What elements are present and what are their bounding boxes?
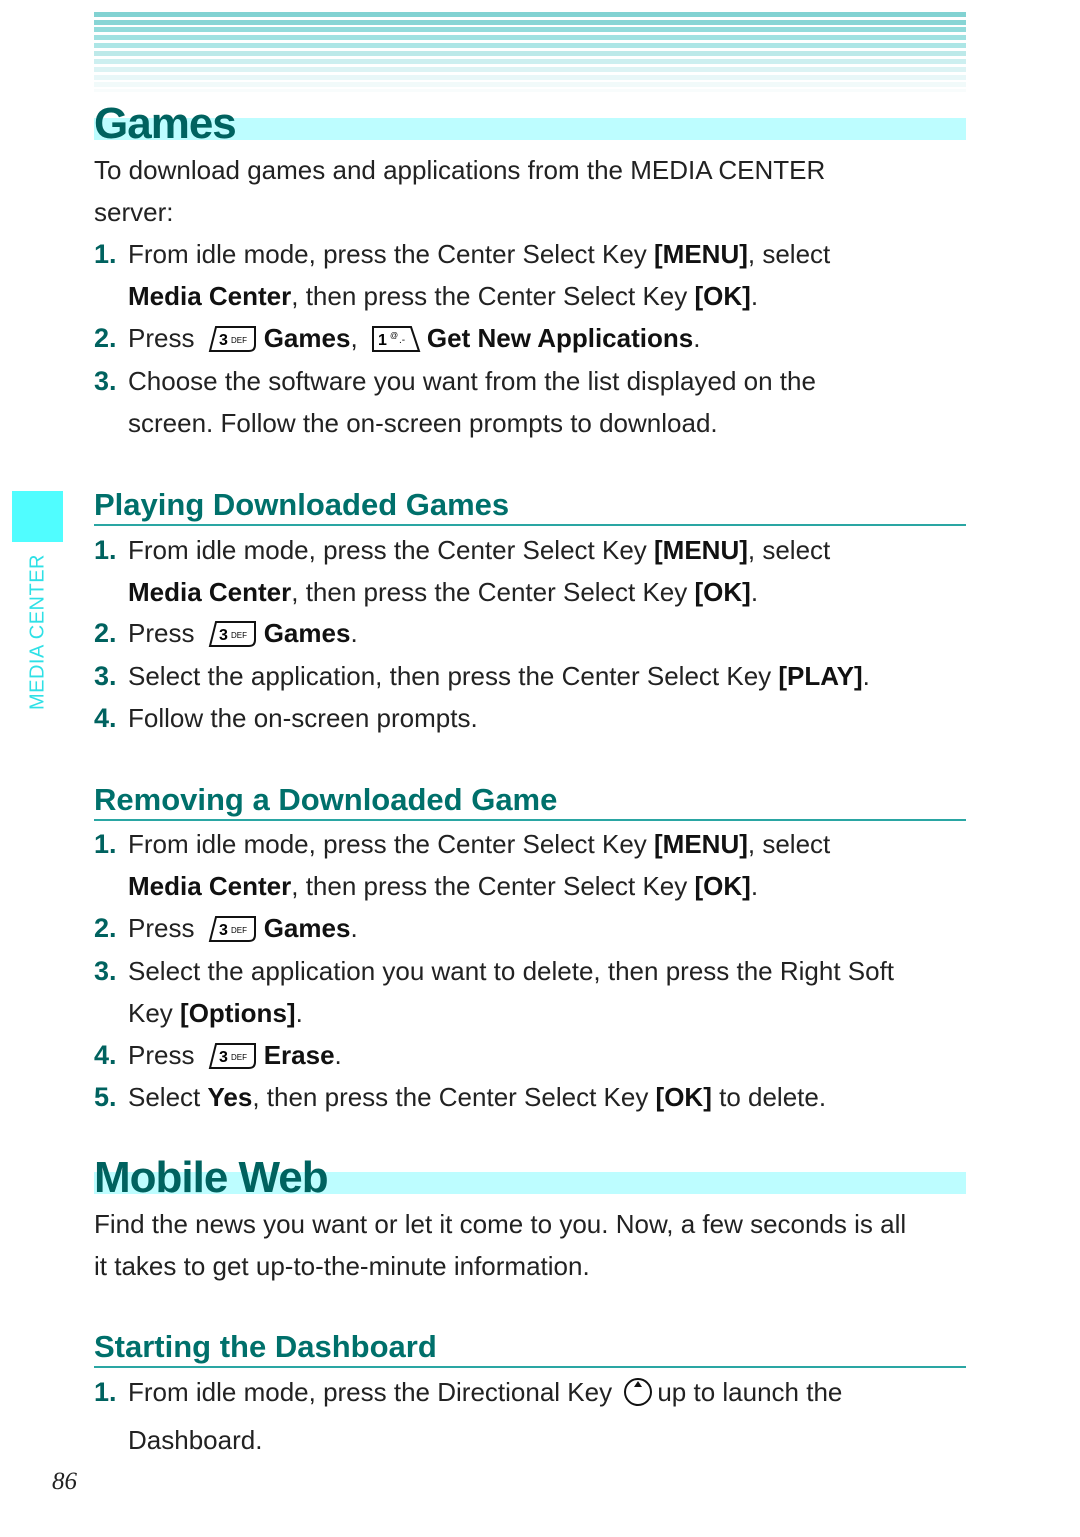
section-label: MEDIA CENTER xyxy=(26,553,49,711)
svg-text:DEF: DEF xyxy=(231,926,247,935)
removing-step-2: 2. Press 3 DEF Games. xyxy=(94,907,974,955)
svg-text:DEF: DEF xyxy=(231,1053,247,1062)
section-tab-marker xyxy=(12,491,63,542)
header-stripes xyxy=(94,12,966,92)
removing-step-5: 5. Select Yes, then press the Center Sele… xyxy=(94,1082,827,1112)
key-3-def-icon: 3 DEF xyxy=(208,618,258,660)
games-intro: To download games and applications from … xyxy=(94,155,826,227)
svg-text:3: 3 xyxy=(219,332,228,349)
page-number: 86 xyxy=(52,1468,77,1495)
games-step-2: 2. Press 3 DEF Games, 1 @ .- Get New Applicati… xyxy=(94,317,974,365)
removing-step-1: 1. From idle mode, press the Center Selec… xyxy=(94,829,831,901)
step-number: 1. xyxy=(94,239,117,269)
svg-text:3: 3 xyxy=(219,922,228,939)
games-step-3: 3. Choose the software you want from the … xyxy=(94,366,816,438)
svg-text:@: @ xyxy=(390,331,398,340)
svg-text:3: 3 xyxy=(219,1049,228,1066)
playing-step-1: 1. From idle mode, press the Center Selec… xyxy=(94,535,831,607)
svg-text:DEF: DEF xyxy=(231,336,247,345)
games-step-1: 1. From idle mode, press the Center Selec… xyxy=(94,233,974,317)
games-heading: Games xyxy=(94,96,966,146)
svg-text:1: 1 xyxy=(378,332,387,349)
dashboard-step-1: 1. From idle mode, press the Directional … xyxy=(94,1377,843,1455)
mobile-web-intro: Find the news you want or let it come to… xyxy=(94,1209,907,1281)
playing-heading: Playing Downloaded Games xyxy=(94,488,966,526)
directional-key-up-icon xyxy=(623,1377,653,1419)
removing-step-4: 4. Press 3 DEF Erase. xyxy=(94,1034,974,1082)
dashboard-heading: Starting the Dashboard xyxy=(94,1330,966,1368)
svg-text:3: 3 xyxy=(219,627,228,644)
svg-text:.-: .- xyxy=(399,335,405,346)
removing-heading: Removing a Downloaded Game xyxy=(94,783,966,821)
key-3-def-icon: 3 DEF xyxy=(208,323,258,365)
mobile-web-title: Mobile Web xyxy=(94,1153,329,1202)
key-1-voicemail-icon: 1 @ .- xyxy=(371,323,421,365)
playing-step-3: 3. Select the application, then press the… xyxy=(94,661,870,691)
playing-step-2: 2. Press 3 DEF Games. xyxy=(94,612,974,660)
svg-text:DEF: DEF xyxy=(231,631,247,640)
games-title: Games xyxy=(94,99,237,148)
key-3-def-icon: 3 DEF xyxy=(208,913,258,955)
removing-step-3: 3. Select the application you want to del… xyxy=(94,956,895,1028)
mobile-web-heading: Mobile Web xyxy=(94,1150,966,1200)
playing-step-4: 4. Follow the on-screen prompts. xyxy=(94,703,478,733)
